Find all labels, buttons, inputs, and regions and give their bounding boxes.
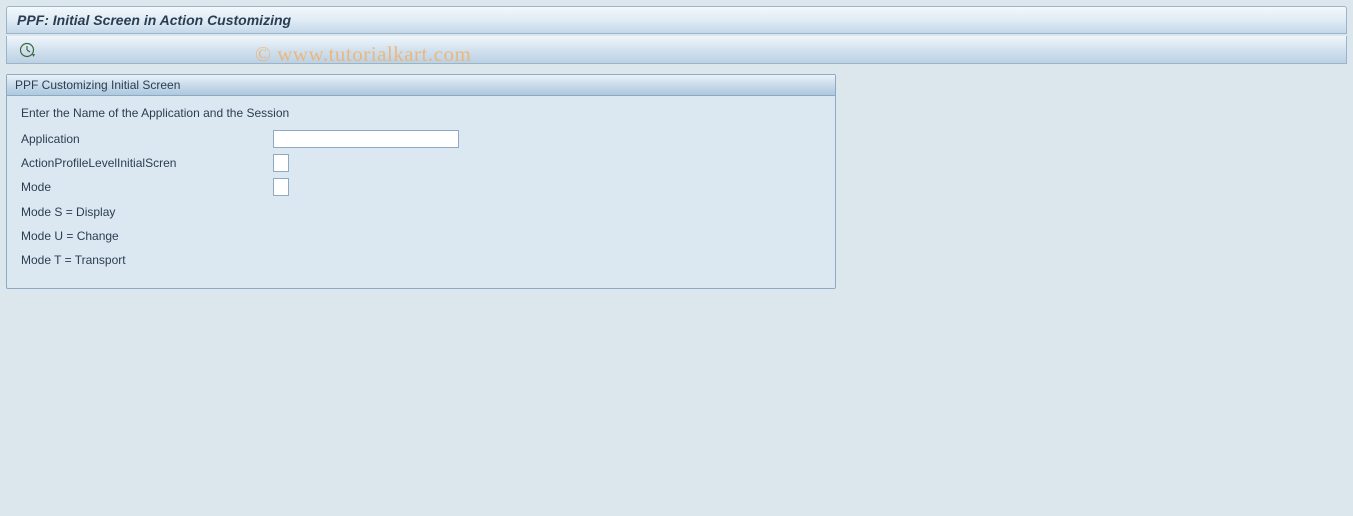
- row-action-profile: ActionProfileLevelInitialScren: [17, 152, 825, 174]
- panel-body: Enter the Name of the Application and th…: [7, 96, 835, 288]
- page-title: PPF: Initial Screen in Action Customizin…: [17, 12, 291, 28]
- label-mode: Mode: [17, 180, 273, 194]
- label-action-profile: ActionProfileLevelInitialScren: [17, 156, 273, 170]
- panel-ppf-customizing: PPF Customizing Initial Screen Enter the…: [6, 74, 836, 289]
- title-bar: PPF: Initial Screen in Action Customizin…: [6, 6, 1347, 34]
- input-action-profile[interactable]: [273, 154, 289, 172]
- help-line-1: Mode S = Display: [17, 202, 825, 222]
- row-application: Application: [17, 128, 825, 150]
- toolbar: [6, 36, 1347, 64]
- execute-clock-icon: [19, 42, 35, 58]
- panel-header: PPF Customizing Initial Screen: [7, 75, 835, 96]
- input-application[interactable]: [273, 130, 459, 148]
- label-application: Application: [17, 132, 273, 146]
- row-mode: Mode: [17, 176, 825, 198]
- help-line-3: Mode T = Transport: [17, 250, 825, 270]
- execute-button[interactable]: [17, 40, 37, 60]
- instruction-text: Enter the Name of the Application and th…: [17, 106, 825, 120]
- help-line-2: Mode U = Change: [17, 226, 825, 246]
- input-mode[interactable]: [273, 178, 289, 196]
